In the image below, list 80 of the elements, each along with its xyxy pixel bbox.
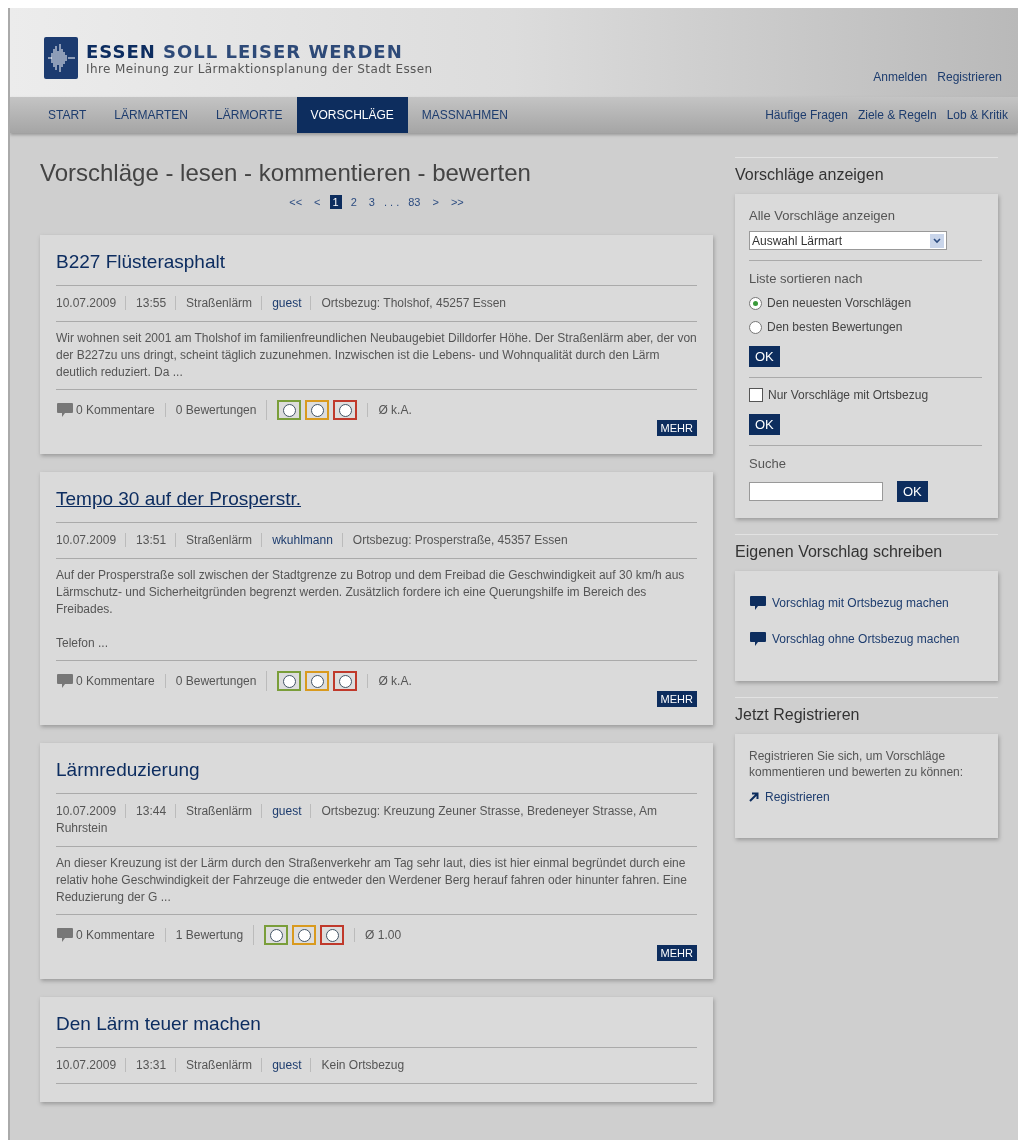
average-rating: Ø k.A. — [367, 674, 422, 688]
sort-label: Liste sortieren nach — [749, 271, 864, 286]
nav-link[interactable]: Ziele & Regeln — [857, 108, 937, 122]
radio-label: Den besten Bewertungen — [767, 320, 903, 334]
page-heading: Vorschläge - lesen - kommentieren - bewerten — [40, 159, 532, 187]
site-subtitle: Ihre Meinung zur Lärmaktionsplanung der Stadt Essen — [86, 61, 433, 76]
proposal-title[interactable]: Lärmreduzierung — [56, 759, 200, 781]
search-label: Suche — [749, 456, 787, 471]
rating-button[interactable] — [292, 925, 317, 945]
arrow-icon — [749, 792, 759, 802]
account-link[interactable]: Registrieren — [937, 70, 1002, 84]
speech-bubble-icon — [56, 927, 74, 943]
pagination-ellipsis: . . . — [383, 196, 400, 208]
page-link[interactable]: 3 — [365, 195, 378, 209]
rating-count: 1 Bewertung — [164, 928, 244, 942]
rating-button[interactable] — [333, 400, 358, 420]
more-button[interactable]: MEHR — [656, 945, 697, 961]
proposal-title[interactable]: Tempo 30 auf der Prosperstr. — [56, 488, 301, 510]
more-button[interactable]: MEHR — [656, 691, 697, 707]
radio-button[interactable] — [749, 296, 762, 310]
nav-tab[interactable]: LÄRMARTEN — [100, 97, 203, 133]
rating-button[interactable] — [333, 671, 358, 691]
proposal-title[interactable]: Den Lärm teuer machen — [56, 1013, 261, 1035]
rating-button[interactable] — [264, 925, 289, 945]
rating-button[interactable] — [305, 400, 330, 420]
site-title: ESSEN SOLL LEISER WERDEN — [86, 40, 404, 62]
speech-bubble-icon — [56, 673, 74, 689]
register-text: Registrieren Sie sich, um Vorschläge kommentieren und bewerten zu können: — [749, 748, 965, 780]
proposal-text: Auf der Prosperstraße soll zwischen der Stadtgrenze zu Botrop und dem Freibad die Geschwindigkeit auf 30 km/h aus Lärmschutz- und Sicherheitgründen begrenzt werden. Zusätzlich fordere ich eine Querungshilfe im Bereich des Freibades. — [56, 567, 686, 618]
write-proposal-link[interactable]: Vorschlag mit Ortsbezug machen — [772, 596, 949, 610]
nav-tab[interactable]: MASSNAHMEN — [407, 97, 522, 133]
register-link[interactable]: Registrieren — [765, 790, 830, 804]
ok-button[interactable]: OK — [749, 414, 780, 435]
speech-bubble-icon — [56, 402, 74, 418]
rating-button[interactable] — [277, 671, 302, 691]
search-field[interactable] — [749, 482, 883, 501]
more-button[interactable]: MEHR — [656, 420, 697, 436]
ok-button[interactable]: OK — [897, 481, 928, 502]
account-link[interactable]: Anmelden — [873, 70, 928, 84]
rating-count: 0 Bewertungen — [164, 674, 257, 688]
radio-label: Den neuesten Vorschlägen — [767, 296, 912, 310]
radio-button[interactable] — [749, 320, 762, 334]
proposal-meta: 10.07.2009 13:44 Straßenlärm guest Ortsbezug: Kreuzung Zeuner Strasse, Bredeneyer Strasse, Am Ruhrstein — [56, 793, 697, 847]
checkbox[interactable] — [749, 388, 763, 402]
nav-tab[interactable]: START — [34, 97, 101, 133]
page-link[interactable]: 1 — [329, 195, 342, 209]
proposal-title[interactable]: B227 Flüsterasphalt — [56, 251, 225, 273]
page-link[interactable]: 83 — [405, 195, 424, 209]
checkbox-label: Nur Vorschläge mit Ortsbezug — [768, 388, 929, 402]
ok-button[interactable]: OK — [749, 346, 780, 367]
rating-count: 0 Bewertungen — [164, 403, 257, 417]
nav-tab[interactable]: VORSCHLÄGE — [296, 97, 408, 133]
write-proposal-link[interactable]: Vorschlag ohne Ortsbezug machen — [772, 632, 960, 646]
average-rating: Ø k.A. — [367, 403, 422, 417]
sound-wave-logo — [44, 37, 78, 79]
proposal-meta: 10.07.2009 13:55 Straßenlärm guest Ortsbezug: Tholshof, 45257 Essen — [56, 285, 697, 322]
rating-button[interactable] — [277, 400, 302, 420]
proposal-text: Telefon ... — [56, 635, 110, 652]
filter-label: Alle Vorschläge anzeigen — [749, 208, 896, 223]
page-link[interactable]: >> — [447, 195, 467, 209]
noise-type-select[interactable]: Auswahl Lärmart — [749, 231, 947, 250]
page-link[interactable]: > — [429, 195, 442, 209]
comment-count[interactable]: 0 Kommentare — [76, 403, 155, 417]
nav-tab[interactable]: LÄRMORTE — [202, 97, 297, 133]
average-rating: Ø 1.00 — [354, 928, 412, 942]
comment-count[interactable]: 0 Kommentare — [76, 674, 155, 688]
page-link[interactable]: << — [286, 195, 306, 209]
speech-bubble-icon — [749, 595, 767, 611]
nav-link[interactable]: Lob & Kritik — [946, 108, 1008, 122]
proposal-text: Wir wohnen seit 2001 am Tholshof im familienfreundlichen Neubaugebiet Dilldorfer Höhe. Der Straßenlärm aber, der von der B227zu uns dringt, scheint täglich zuzunehmen. Inzwischen ist die Lebens- und Wohnqualität durch den Lärm deutlich reduziert. Da ... — [56, 330, 697, 381]
comment-count[interactable]: 0 Kommentare — [76, 928, 155, 942]
rating-button[interactable] — [305, 671, 330, 691]
proposal-meta: 10.07.2009 13:51 Straßenlärm wkuhlmann Ortsbezug: Prosperstraße, 45357 Essen — [56, 522, 697, 559]
page-link[interactable]: 2 — [347, 195, 360, 209]
proposal-meta: 10.07.2009 13:31 Straßenlärm guest Kein Ortsbezug — [56, 1047, 697, 1084]
nav-link[interactable]: Häufige Fragen — [765, 108, 848, 122]
proposal-text: An dieser Kreuzung ist der Lärm durch den Straßenverkehr am Tag sehr laut, dies ist hier einmal begründet durch eine relativ hohe Geschwindigkeit der Fahrzeuge die entweder den Werdener Berg herauf fahren oder hinunter fahren. Eine Reduzierung der G ... — [56, 855, 688, 906]
rating-button[interactable] — [320, 925, 345, 945]
page-link[interactable]: < — [311, 195, 324, 209]
speech-bubble-icon — [749, 631, 767, 647]
